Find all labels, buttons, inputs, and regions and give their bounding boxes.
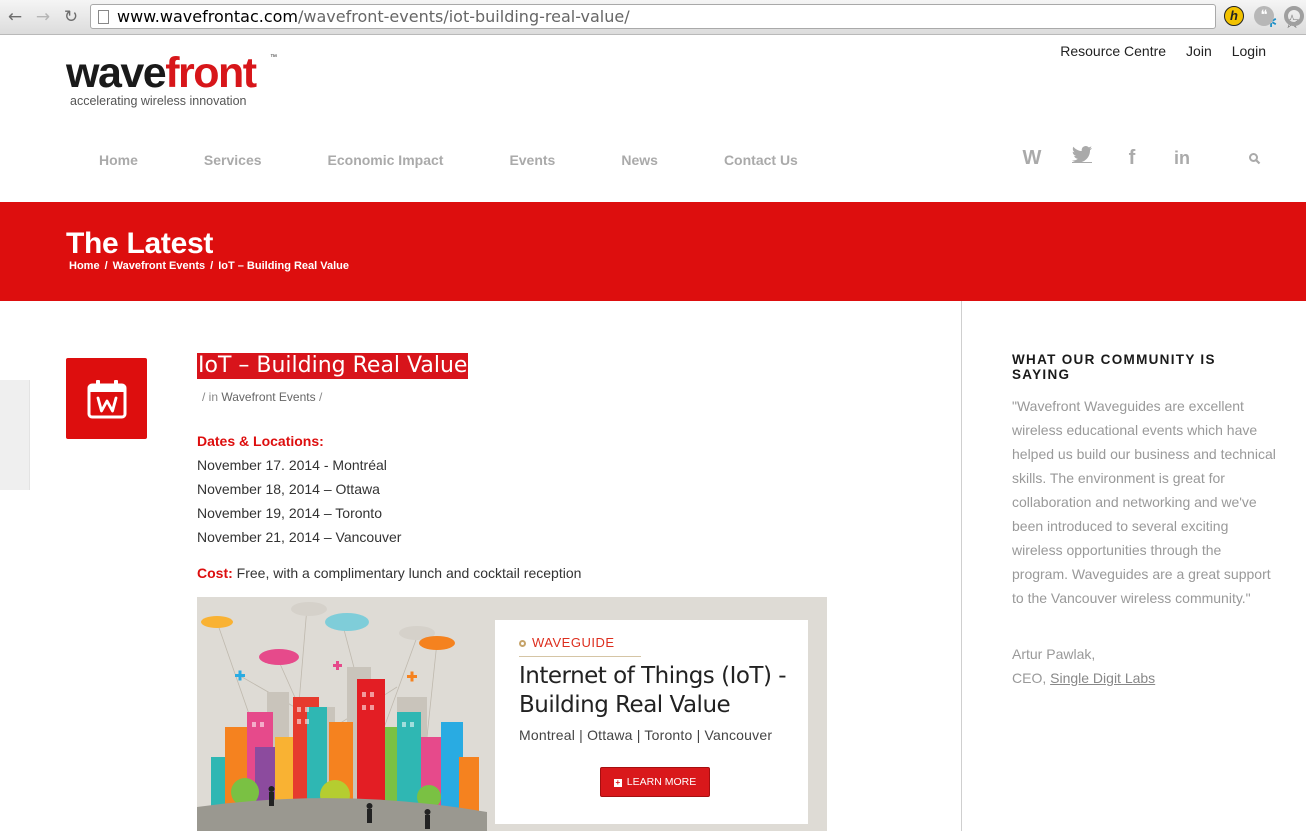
extension-h-icon[interactable]: h: [1224, 6, 1244, 26]
meta-prefix: / in: [202, 390, 222, 404]
page-banner: The Latest Home / Wavefront Events / IoT…: [0, 202, 1306, 301]
promo-rule: [519, 656, 641, 657]
banner-title: The Latest: [66, 227, 214, 260]
side-tab[interactable]: [0, 380, 30, 490]
cost-text: Free, with a complimentary lunch and coc…: [232, 565, 582, 581]
main-content: IoT – Building Real Value / in Wavefront…: [0, 301, 1306, 831]
post-title[interactable]: IoT – Building Real Value: [197, 353, 469, 379]
role-prefix: CEO,: [1012, 670, 1051, 686]
breadcrumb: Home / Wavefront Events / IoT – Building…: [69, 260, 349, 272]
page-icon: [98, 10, 109, 24]
learn-more-label: LEARN MORE: [626, 776, 697, 788]
wavefront-logo[interactable]: wavefront ™ accelerating wireless innova…: [66, 50, 286, 110]
logo-part-wave: wave: [66, 49, 167, 97]
social-links: W f in: [1020, 146, 1220, 170]
nav-home[interactable]: Home: [99, 152, 138, 168]
nav-contact-us[interactable]: Contact Us: [724, 152, 798, 168]
post-format-badge: [66, 358, 147, 439]
wordpress-w-icon[interactable]: W: [1020, 146, 1044, 170]
address-bar[interactable]: www.wavefrontac.com/wavefront-events/iot…: [90, 4, 1301, 33]
nav-services[interactable]: Services: [204, 152, 262, 168]
nav-news[interactable]: News: [621, 152, 658, 168]
date-item: November 21, 2014 – Vancouver: [197, 529, 402, 545]
breadcrumb-separator: /: [210, 260, 214, 272]
promo-card: WAVEGUIDE Internet of Things (IoT) - Bui…: [495, 620, 808, 824]
nav-events[interactable]: Events: [509, 152, 555, 168]
login-link[interactable]: Login: [1232, 43, 1266, 59]
twitter-icon[interactable]: [1070, 146, 1094, 170]
main-navigation: Home Services Economic Impact Events New…: [99, 152, 798, 168]
dates-label: Dates & Locations:: [197, 433, 324, 449]
date-item: November 17. 2014 - Montréal: [197, 457, 387, 473]
promo-cities: Montreal | Ottawa | Toronto | Vancouver: [519, 727, 773, 743]
sidebar-divider: [961, 301, 962, 831]
url-text[interactable]: www.wavefrontac.com/wavefront-events/iot…: [117, 7, 630, 27]
post-category-link[interactable]: Wavefront Events: [221, 390, 315, 404]
linkedin-icon[interactable]: in: [1170, 146, 1194, 170]
promo-title-line-2: Building Real Value: [519, 692, 731, 718]
company-link[interactable]: Single Digit Labs: [1050, 670, 1155, 686]
top-links: Resource Centre Join Login: [1060, 43, 1266, 59]
url-host: www.wavefrontac.com: [117, 7, 298, 26]
event-promo-image[interactable]: WAVEGUIDE Internet of Things (IoT) - Bui…: [197, 597, 827, 831]
date-item: November 19, 2014 – Toronto: [197, 505, 382, 521]
breadcrumb-wavefront-events[interactable]: Wavefront Events: [113, 260, 206, 272]
search-icon[interactable]: [1248, 152, 1262, 166]
back-button[interactable]: ←: [4, 6, 26, 28]
date-item: November 18, 2014 – Ottawa: [197, 481, 380, 497]
browser-toolbar: ← → ↻ www.wavefrontac.com/wavefront-even…: [0, 0, 1306, 35]
promo-title-line-1: Internet of Things (IoT) -: [519, 663, 787, 689]
logo-part-front: front: [165, 49, 257, 97]
resource-centre-link[interactable]: Resource Centre: [1060, 43, 1166, 59]
meta-suffix: /: [315, 390, 323, 404]
reload-button[interactable]: ↻: [60, 6, 82, 28]
breadcrumb-current: IoT – Building Real Value: [218, 260, 350, 272]
cost-line: Cost: Free, with a complimentary lunch a…: [197, 565, 581, 581]
join-link[interactable]: Join: [1186, 43, 1212, 59]
extension-ring-icon[interactable]: [1284, 6, 1304, 26]
logo-trademark: ™: [270, 54, 277, 61]
testimonial-quote: "Wavefront Waveguides are excellent wire…: [1012, 398, 1276, 606]
cost-label: Cost:: [197, 565, 233, 581]
forward-button[interactable]: →: [32, 6, 54, 28]
testimonial-author: Artur Pawlak,: [1012, 646, 1096, 662]
post-meta: / in Wavefront Events /: [202, 390, 322, 404]
logo-wordmark: wavefront: [66, 49, 257, 97]
testimonial-role: CEO, Single Digit Labs: [1012, 670, 1155, 686]
city-illustration: [197, 602, 487, 831]
facebook-icon[interactable]: f: [1120, 146, 1144, 170]
breadcrumb-home[interactable]: Home: [69, 260, 100, 272]
sidebar-heading: WHAT OUR COMMUNITY IS SAYING: [1012, 352, 1216, 382]
learn-more-button[interactable]: + LEARN MORE: [600, 767, 710, 797]
breadcrumb-separator: /: [104, 260, 108, 272]
logo-tagline: accelerating wireless innovation: [70, 94, 247, 108]
calendar-icon: [87, 380, 127, 419]
url-path: /wavefront-events/iot-building-real-valu…: [298, 7, 630, 26]
waveguide-dot-icon: [519, 640, 526, 647]
plus-icon: +: [613, 778, 622, 787]
promo-kicker: WAVEGUIDE: [532, 635, 615, 650]
extension-hangouts-icon[interactable]: ❝: [1254, 6, 1274, 26]
nav-economic-impact[interactable]: Economic Impact: [328, 152, 444, 168]
